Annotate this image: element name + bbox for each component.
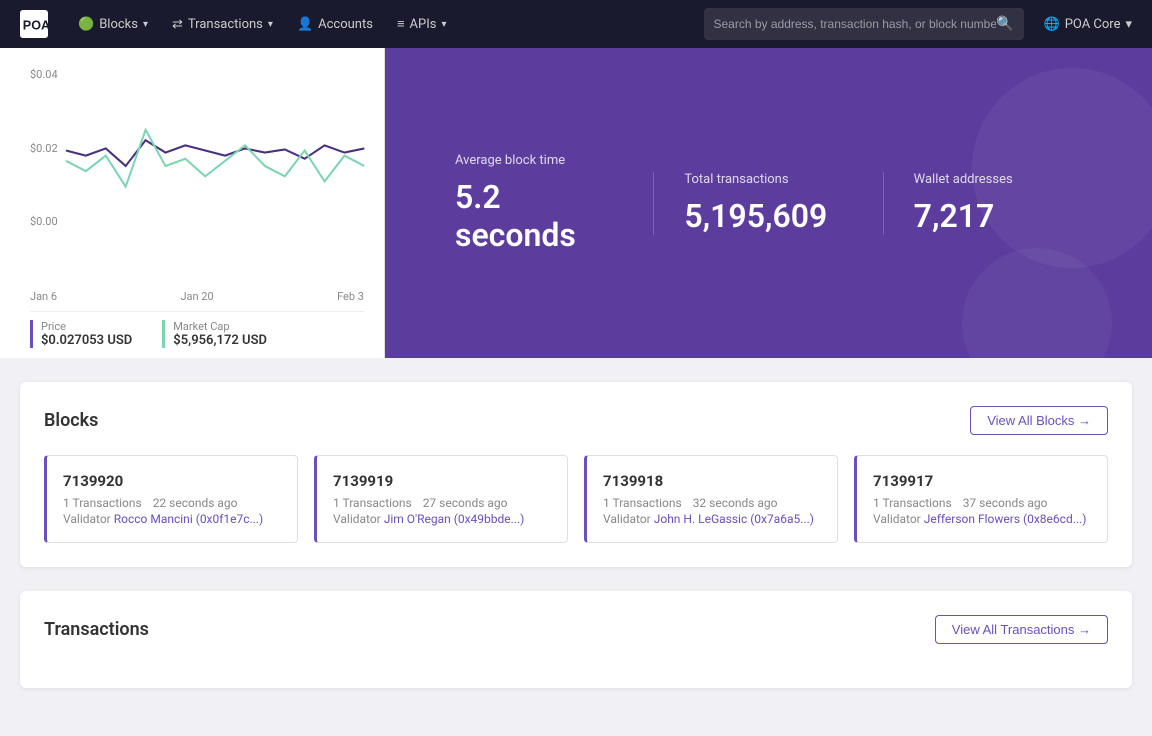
block-number-0[interactable]: 7139920 [63,472,281,490]
hero-section: $0.04 $0.02 $0.00 Jan 6 Jan 20 Feb 3 Pri… [0,48,1152,358]
block-validator-0: Validator Rocco Mancini (0x0f1e7c...) [63,512,281,526]
price-block: Price $0.027053 USD [30,320,132,348]
logo[interactable]: POA [20,10,48,38]
search-bar[interactable]: 🔍 [704,8,1024,40]
stats-area: Average block time 5.2 seconds Total tra… [385,48,1152,358]
transactions-chevron-icon: ▾ [268,19,273,30]
transactions-nav-icon: ⇄ [172,17,183,32]
block-number-3[interactable]: 7139917 [873,472,1091,490]
block-card-3: 7139917 1 Transactions 37 seconds ago Va… [854,455,1108,543]
stat-block-time: Average block time 5.2 seconds [425,153,653,254]
main-content: Blocks View All Blocks → 7139920 1 Trans… [0,358,1152,736]
block-number-1[interactable]: 7139919 [333,472,551,490]
block-time-0: 22 seconds ago [153,496,238,510]
block-card-1: 7139919 1 Transactions 27 seconds ago Va… [314,455,568,543]
nav-item-blocks[interactable]: 🟢 Blocks ▾ [68,11,158,38]
stat-total-transactions: Total transactions 5,195,609 [653,172,882,235]
block-validator-link-0[interactable]: Rocco Mancini (0x0f1e7c...) [114,512,264,526]
block-tx-count-1: 1 Transactions [333,496,412,510]
block-meta-1: 1 Transactions 27 seconds ago [333,496,551,510]
block-tx-count-3: 1 Transactions [873,496,952,510]
blocks-section: Blocks View All Blocks → 7139920 1 Trans… [20,382,1132,567]
block-validator-2: Validator John H. LeGassic (0x7a6a5...) [603,512,821,526]
view-all-blocks-button[interactable]: View All Blocks → [970,406,1108,435]
block-tx-count-0: 1 Transactions [63,496,142,510]
block-validator-3: Validator Jefferson Flowers (0x8e6cd...) [873,512,1091,526]
block-card-0: 7139920 1 Transactions 22 seconds ago Va… [44,455,298,543]
block-tx-count-2: 1 Transactions [603,496,682,510]
network-selector[interactable]: 🌐 POA Core ▾ [1044,17,1133,32]
network-chevron-icon: ▾ [1125,17,1132,32]
block-validator-link-3[interactable]: Jefferson Flowers (0x8e6cd...) [924,512,1087,526]
blocks-title: Blocks [44,410,98,431]
svg-text:POA: POA [23,19,48,33]
chart-svg [66,68,364,233]
apis-chevron-icon: ▾ [441,19,446,30]
block-validator-link-2[interactable]: John H. LeGassic (0x7a6a5...) [654,512,814,526]
market-cap-block: Market Cap $5,956,172 USD [162,320,267,348]
block-validator-link-1[interactable]: Jim O'Regan (0x49bbde...) [384,512,525,526]
transactions-header: Transactions View All Transactions → [44,615,1108,644]
block-time-3: 37 seconds ago [963,496,1048,510]
blocks-grid: 7139920 1 Transactions 22 seconds ago Va… [44,455,1108,543]
price-chart-area: $0.04 $0.02 $0.00 Jan 6 Jan 20 Feb 3 Pri… [0,48,385,358]
price-info: Price $0.027053 USD Market Cap $5,956,17… [30,311,364,348]
block-time-2: 32 seconds ago [693,496,778,510]
stat-wallet-addresses: Wallet addresses 7,217 [883,172,1112,235]
block-validator-1: Validator Jim O'Regan (0x49bbde...) [333,512,551,526]
block-card-2: 7139918 1 Transactions 32 seconds ago Va… [584,455,838,543]
nav-item-accounts[interactable]: 👤 Accounts [287,11,383,38]
nav-item-apis[interactable]: ≡ APIs ▾ [387,10,457,38]
apis-nav-icon: ≡ [397,16,405,32]
blocks-chevron-icon: ▾ [143,19,148,30]
blocks-nav-icon: 🟢 [78,17,94,32]
navbar: POA 🟢 Blocks ▾ ⇄ Transactions ▾ 👤 Accoun… [0,0,1152,48]
search-icon[interactable]: 🔍 [996,16,1013,32]
view-all-transactions-button[interactable]: View All Transactions → [935,615,1108,644]
block-meta-2: 1 Transactions 32 seconds ago [603,496,821,510]
chart-canvas [66,68,364,233]
chart-x-axis: Jan 6 Jan 20 Feb 3 [30,290,364,303]
accounts-nav-icon: 👤 [297,17,313,32]
block-meta-3: 1 Transactions 37 seconds ago [873,496,1091,510]
transactions-section: Transactions View All Transactions → [20,591,1132,688]
chart-y-axis: $0.04 $0.02 $0.00 [30,68,58,228]
globe-icon: 🌐 [1044,17,1060,32]
transactions-title: Transactions [44,619,149,640]
blocks-header: Blocks View All Blocks → [44,406,1108,435]
block-number-2[interactable]: 7139918 [603,472,821,490]
block-meta-0: 1 Transactions 22 seconds ago [63,496,281,510]
block-time-1: 27 seconds ago [423,496,508,510]
nav-items: 🟢 Blocks ▾ ⇄ Transactions ▾ 👤 Accounts ≡… [68,10,696,38]
poa-logo-icon: POA [20,10,48,38]
nav-item-transactions[interactable]: ⇄ Transactions ▾ [162,11,283,38]
search-input[interactable] [714,17,997,31]
